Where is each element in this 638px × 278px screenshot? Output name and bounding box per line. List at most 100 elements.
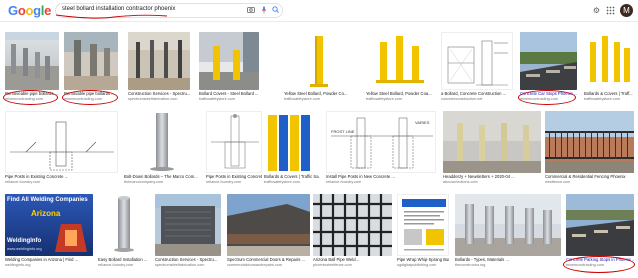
image-result[interactable]: Yellow Steel Bollard, Powder Co... traff… xyxy=(284,32,354,106)
result-domain: reliance-foundry.com xyxy=(206,180,242,184)
result-thumbnail[interactable] xyxy=(124,111,200,173)
result-title[interactable]: Bolt-Down Bollards – The Marco Com... xyxy=(124,174,200,179)
result-title[interactable]: Bollards & Covers | Traffic Sa... xyxy=(264,174,320,179)
result-thumbnail[interactable] xyxy=(206,111,262,173)
image-result[interactable]: Arizona Ball Pipe Weld... phoenixsteelfe… xyxy=(313,194,392,272)
image-result[interactable]: Bollards & Covers | Traff... trafficsafe… xyxy=(584,32,634,106)
result-title[interactable]: Bollard Covers - Steel Bollard ... xyxy=(199,91,259,96)
result-domain: reliance-foundry.com xyxy=(326,180,362,184)
image-result[interactable]: Pipe Wrap Whip-Sprang Bun... ugdigitalpu… xyxy=(397,194,449,272)
apps-grid-icon[interactable] xyxy=(604,4,617,17)
result-domain: trafficsafetystore.com xyxy=(584,97,621,101)
banner-headline: Find All Welding Companies xyxy=(7,197,88,203)
result-thumbnail[interactable] xyxy=(584,32,634,90)
result-domain: mixemcontracting.com xyxy=(566,263,604,267)
image-result[interactable]: Yellow Steel Bollard, Powder Coa... traf… xyxy=(366,32,434,106)
image-result[interactable]: Find All Welding Companies Arizona Weldi… xyxy=(5,194,93,272)
image-result[interactable]: Headderzy + Newsletters + 2020-04 ... ab… xyxy=(443,111,541,189)
image-result[interactable]: Removeable pipe bollards ... mixemcontra… xyxy=(5,32,59,106)
result-thumbnail[interactable]: FROST LINE VARIES xyxy=(326,111,436,173)
result-title[interactable]: Pipe Posts in Existing Concrete ... xyxy=(5,174,118,179)
result-domain: phoenixsteelfence.com xyxy=(313,263,352,267)
result-title[interactable]: Pipe Posts in Existing Concrete ... xyxy=(206,174,262,179)
image-result[interactable]: Bolt-Down Bollards – The Marco Com... th… xyxy=(124,111,200,189)
result-title[interactable]: Bollards & Covers | Traff... xyxy=(584,91,634,96)
image-result[interactable]: Easy Bollard Installation ... reliance-f… xyxy=(98,194,151,272)
result-thumbnail[interactable] xyxy=(566,194,634,256)
image-result[interactable]: FROST LINE VARIES Install Pipe Posts in … xyxy=(326,111,436,189)
camera-icon[interactable] xyxy=(246,6,255,15)
result-title[interactable]: Yellow Steel Bollard, Powder Co... xyxy=(284,91,354,96)
image-result[interactable]: Concrete Car Stops Phoenix ... mixemcont… xyxy=(520,32,577,106)
result-thumbnail[interactable] xyxy=(128,32,190,90)
result-title[interactable]: Pipe Wrap Whip-Sprang Bun... xyxy=(397,257,449,262)
result-title[interactable]: Yellow Steel Bollard, Powder Coa... xyxy=(366,91,434,96)
result-thumbnail[interactable] xyxy=(443,111,541,173)
result-thumbnail[interactable] xyxy=(64,32,118,90)
result-title[interactable]: Arizona Ball Pipe Weld... xyxy=(313,257,392,262)
result-title[interactable]: Construction Services - Spectru... xyxy=(155,257,221,262)
result-thumbnail[interactable] xyxy=(455,194,561,256)
result-title[interactable]: Install Pipe Posts in New Concrete ... xyxy=(326,174,436,179)
result-thumbnail[interactable] xyxy=(264,111,320,173)
query-underline-annotation xyxy=(55,14,168,19)
image-result[interactable]: Removable pipe bollards ... mixemcontrac… xyxy=(64,32,118,106)
image-result[interactable]: Pipe Posts in Existing Concrete ... reli… xyxy=(5,111,118,189)
banner-state: Arizona xyxy=(31,209,61,218)
result-title[interactable]: Easy Bollard Installation ... xyxy=(98,257,151,262)
result-thumbnail[interactable] xyxy=(5,111,118,173)
result-thumbnail[interactable] xyxy=(155,194,221,256)
result-thumbnail[interactable] xyxy=(5,32,59,90)
result-title[interactable]: a Bollard, Concrete Construction ... xyxy=(441,91,513,96)
result-domain: theconstructor.org xyxy=(455,263,486,267)
result-domain: ugdigitalpublishing.com xyxy=(397,263,437,267)
result-title[interactable]: Welding Companies in Arizona | Find ... xyxy=(5,257,93,262)
result-domain: spectrumsteelfabrication.com xyxy=(128,97,178,101)
result-title[interactable]: Construction Services - Spectru... xyxy=(128,91,190,96)
image-result[interactable]: Construction Services - Spectru... spect… xyxy=(128,32,190,106)
result-thumbnail[interactable] xyxy=(313,194,392,256)
image-result[interactable]: Bollard Covers - Steel Bollard ... traff… xyxy=(199,32,259,106)
result-domain: spectrumsteelfabrication.com xyxy=(155,263,205,267)
result-domain: trafficsafetystore.com xyxy=(284,97,321,101)
gear-icon[interactable]: ⚙ xyxy=(590,4,603,17)
result-thumbnail[interactable] xyxy=(545,111,634,173)
image-result[interactable]: Bollards & Covers | Traffic Sa... traffi… xyxy=(264,111,320,189)
result-title[interactable]: Concrete Car Stops Phoenix ... xyxy=(520,91,577,96)
result-thumbnail[interactable] xyxy=(199,32,259,90)
google-logo[interactable]: Google xyxy=(8,3,51,18)
result-thumbnail[interactable] xyxy=(397,194,449,256)
result-domain: commercialdoorsandrepairs.com xyxy=(227,263,283,267)
result-title[interactable]: Concrete Parking Stops in Phoenix ... xyxy=(566,257,634,262)
result-title[interactable]: Removeable pipe bollards ... xyxy=(5,91,59,96)
result-domain: themarcocompany.com xyxy=(124,180,164,184)
image-result[interactable]: a Bollard, Concrete Construction ... con… xyxy=(441,32,513,106)
result-domain: mixemcontracting.com xyxy=(5,97,43,101)
image-result[interactable]: Bollards - Types, Materials ... theconst… xyxy=(455,194,561,272)
result-title[interactable]: Bollards - Types, Materials ... xyxy=(455,257,561,262)
result-title[interactable]: Commercial & Residential Fencing Phoenix xyxy=(545,174,634,179)
result-thumbnail[interactable] xyxy=(284,32,354,90)
avatar[interactable]: M xyxy=(620,4,633,17)
result-domain: mixemcontracting.com xyxy=(64,97,102,101)
image-result[interactable]: Spectrum Commercial Doors & Repairs ... … xyxy=(227,194,310,272)
result-thumbnail[interactable] xyxy=(441,32,513,90)
microphone-icon[interactable] xyxy=(259,6,268,15)
result-title[interactable]: Spectrum Commercial Doors & Repairs ... xyxy=(227,257,310,262)
result-title[interactable]: Removable pipe bollards ... xyxy=(64,91,118,96)
search-icon[interactable] xyxy=(271,6,280,15)
result-thumbnail[interactable] xyxy=(366,32,434,90)
image-result[interactable]: Concrete Parking Stops in Phoenix ... mi… xyxy=(566,194,634,272)
result-thumbnail[interactable] xyxy=(520,32,577,90)
result-domain: trafficsafetystore.com xyxy=(366,97,403,101)
result-domain: weldinginfo.org xyxy=(5,263,31,267)
result-thumbnail[interactable] xyxy=(98,194,151,256)
result-domain: trafficsafetystore.com xyxy=(264,180,301,184)
image-result[interactable]: Pipe Posts in Existing Concrete ... reli… xyxy=(206,111,262,189)
result-title[interactable]: Headderzy + Newsletters + 2020-04 ... xyxy=(443,174,541,179)
image-result[interactable]: Construction Services - Spectru... spect… xyxy=(155,194,221,272)
result-thumbnail[interactable]: Find All Welding Companies Arizona Weldi… xyxy=(5,194,93,256)
image-result[interactable]: Commercial & Residential Fencing Phoenix… xyxy=(545,111,634,189)
result-domain: reliance-foundry.com xyxy=(5,180,41,184)
result-thumbnail[interactable] xyxy=(227,194,310,256)
